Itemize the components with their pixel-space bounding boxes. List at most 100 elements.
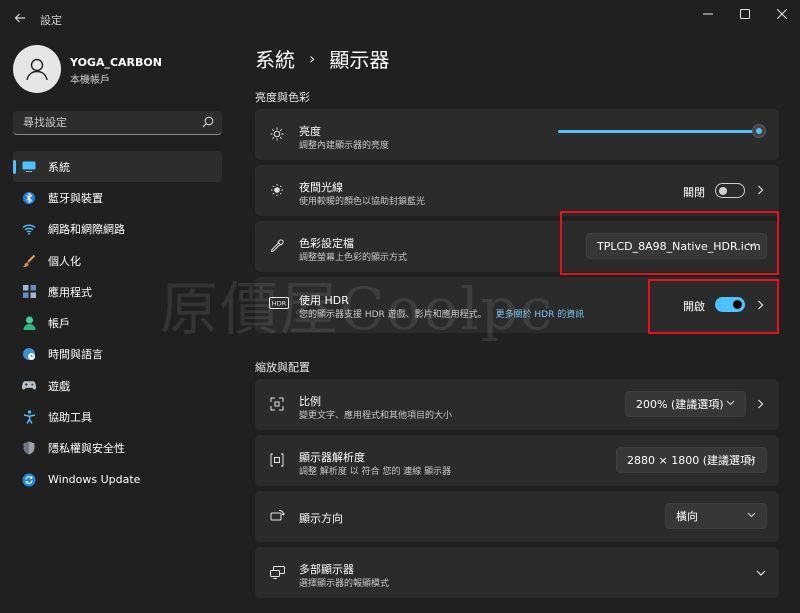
night-light-toggle[interactable]	[715, 183, 745, 198]
wifi-icon	[22, 222, 36, 236]
orientation-card: 顯示方向 橫向	[255, 491, 779, 542]
resolution-card: 顯示器解析度 調整 解析度 以 符合 您的 連線 顯示器 2880 × 1800…	[255, 435, 779, 486]
sidebar-item-label: 協助工具	[48, 411, 92, 425]
shield-icon	[22, 441, 36, 455]
bluetooth-icon	[22, 191, 36, 205]
profile-account-type: 本機帳戶	[70, 75, 110, 86]
avatar[interactable]	[13, 45, 61, 93]
chevron-down-icon	[747, 454, 756, 465]
brightness-slider-track[interactable]	[558, 130, 763, 133]
multiple-displays-desc: 選擇顯示器的報顯模式	[299, 579, 390, 589]
sidebar-item-label: 網路和網際網路	[48, 223, 125, 237]
chevron-right-icon[interactable]	[755, 185, 765, 195]
person-icon	[22, 316, 36, 331]
eyedropper-icon	[269, 238, 285, 254]
brightness-card: 亮度 調整內建顯示器的亮度	[255, 109, 779, 160]
update-icon	[22, 473, 36, 487]
sun-icon	[269, 126, 285, 142]
chevron-down-icon	[747, 510, 756, 521]
sidebar-item-time-language[interactable]: 時間與語言	[13, 339, 222, 370]
breadcrumb-parent[interactable]: 系統	[255, 44, 295, 73]
section-title-scale-layout: 縮放與配置	[255, 361, 310, 374]
sidebar-item-bluetooth[interactable]: 藍牙與裝置	[13, 182, 222, 213]
sidebar-item-privacy-security[interactable]: 隱私權與安全性	[13, 433, 222, 464]
sidebar-item-windows-update[interactable]: Windows Update	[13, 464, 222, 495]
chevron-down-icon[interactable]	[755, 567, 767, 579]
chevron-down-icon	[726, 398, 735, 409]
night-light-card[interactable]: 夜間光線 使用較暖的顏色以協助封鎖藍光 關閉	[255, 165, 779, 216]
scale-desc: 變更文字、應用程式和其他項目的大小	[299, 411, 453, 421]
scale-dropdown[interactable]: 200% (建議選項)	[625, 391, 746, 417]
hdr-title: 使用 HDR	[299, 294, 349, 307]
close-button[interactable]	[764, 0, 800, 28]
arrow-left-icon	[14, 13, 25, 23]
night-light-title: 夜間光線	[299, 181, 343, 194]
orientation-dropdown[interactable]: 橫向	[665, 503, 767, 529]
maximize-button[interactable]	[727, 0, 763, 28]
resolution-title: 顯示器解析度	[299, 451, 365, 464]
resolution-desc: 調整 解析度 以 符合 您的 連線 顯示器	[299, 467, 452, 477]
sidebar-item-accessibility[interactable]: 協助工具	[13, 401, 222, 432]
sidebar-item-label: Windows Update	[48, 473, 141, 487]
sidebar-item-network[interactable]: 網路和網際網路	[13, 214, 222, 245]
sidebar-item-label: 帳戶	[48, 317, 70, 331]
search-box	[13, 111, 222, 135]
highlight-box-color-profile	[560, 211, 779, 275]
resolution-dropdown[interactable]: 2880 × 1800 (建議選項)	[616, 447, 767, 473]
sidebar-item-gaming[interactable]: 遊戲	[13, 370, 222, 401]
brush-icon	[22, 254, 36, 268]
scale-card[interactable]: 比例 變更文字、應用程式和其他項目的大小 200% (建議選項)	[255, 379, 779, 430]
resolution-value: 2880 × 1800 (建議選項)	[627, 454, 756, 467]
sun-dim-icon	[269, 182, 285, 198]
person-icon	[26, 58, 48, 81]
gamepad-icon	[22, 379, 36, 393]
sidebar-item-apps[interactable]: 應用程式	[13, 276, 222, 307]
sidebar-item-label: 藍牙與裝置	[48, 191, 103, 205]
chevron-right-icon[interactable]	[755, 399, 765, 409]
hdr-desc-text: 您的顯示器支援 HDR 遊戲、影片和應用程式。	[299, 310, 487, 320]
maximize-icon	[740, 9, 750, 19]
sidebar-item-label: 系統	[48, 160, 70, 174]
back-button[interactable]	[10, 8, 30, 28]
profile-name: YOGA_CARBON	[70, 56, 162, 69]
minimize-icon	[703, 13, 713, 15]
highlight-box-hdr-toggle	[648, 279, 779, 334]
multiple-monitors-icon	[269, 564, 285, 580]
title-bar: 設定	[0, 0, 800, 34]
app-title: 設定	[40, 14, 62, 27]
sidebar-item-personalization[interactable]: 個人化	[13, 245, 222, 276]
hdr-more-info-link[interactable]: 更多關於 HDR 的資訊	[496, 310, 585, 320]
multiple-displays-card[interactable]: 多部顯示器 選擇顯示器的報顯模式	[255, 547, 779, 598]
minimize-button[interactable]	[690, 0, 726, 28]
night-light-state-label: 關閉	[683, 186, 705, 199]
sidebar-item-label: 應用程式	[48, 285, 92, 299]
brightness-desc: 調整內建顯示器的亮度	[299, 141, 390, 151]
sidebar-item-accounts[interactable]: 帳戶	[13, 307, 222, 338]
resolution-icon	[269, 452, 285, 468]
scale-icon	[269, 396, 285, 412]
scale-value: 200% (建議選項)	[636, 398, 724, 411]
multiple-displays-title: 多部顯示器	[299, 563, 354, 576]
sidebar-item-system[interactable]: 系統	[13, 151, 222, 183]
brightness-slider-thumb[interactable]	[752, 124, 766, 138]
scale-title: 比例	[299, 395, 321, 408]
night-light-desc: 使用較暖的顏色以協助封鎖藍光	[299, 197, 426, 207]
breadcrumb: 系統 › 顯示器	[255, 44, 389, 73]
orientation-title: 顯示方向	[299, 512, 343, 525]
accessibility-icon	[22, 410, 36, 424]
close-icon	[777, 9, 787, 19]
settings-window: 設定 YOGA_CARBON 本機帳戶 系統 藍牙與裝置 網路和網際網路	[0, 0, 800, 613]
search-icon[interactable]	[202, 116, 214, 128]
scrollbar[interactable]	[795, 40, 798, 600]
section-title-brightness-color: 亮度與色彩	[255, 91, 310, 104]
brightness-title: 亮度	[299, 125, 321, 138]
rotate-screen-icon	[269, 508, 285, 524]
monitor-icon	[22, 160, 36, 174]
hdr-icon: HDR	[269, 295, 289, 311]
globe-clock-icon	[22, 347, 36, 361]
orientation-value: 橫向	[676, 510, 698, 523]
sidebar-item-label: 遊戲	[48, 379, 70, 393]
search-input[interactable]	[13, 111, 193, 134]
color-profile-desc: 調整螢幕上色彩的顯示方式	[299, 253, 408, 263]
breadcrumb-separator: ›	[309, 49, 316, 68]
